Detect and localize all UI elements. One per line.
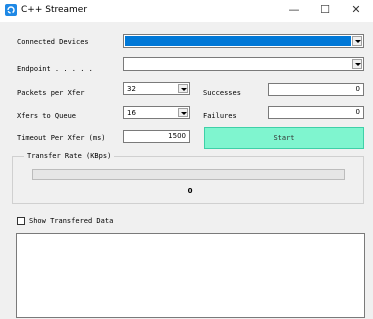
xfers-to-queue-dropdown[interactable]: 16 bbox=[123, 106, 190, 119]
packets-per-xfer-value: 32 bbox=[127, 84, 136, 93]
successes-label: Successes bbox=[203, 89, 241, 97]
minimize-button[interactable]: — bbox=[279, 0, 309, 22]
endpoint-label: Endpoint . . . . . bbox=[17, 65, 93, 73]
show-transfered-data-label[interactable]: Show Transfered Data bbox=[29, 216, 113, 226]
timeout-per-xfer-field[interactable]: 1500 bbox=[123, 130, 190, 143]
packets-per-xfer-label: Packets per Xfer bbox=[17, 89, 85, 97]
xfers-to-queue-label: Xfers to Queue bbox=[17, 112, 77, 120]
connected-devices-dropdown[interactable] bbox=[123, 34, 364, 48]
transfered-data-textarea[interactable] bbox=[16, 233, 365, 318]
successes-field[interactable]: 0 bbox=[268, 83, 364, 96]
transfer-rate-progress-bar bbox=[32, 169, 345, 180]
transfer-rate-label: Transfer Rate (KBps) bbox=[24, 151, 115, 161]
failures-label: Failures bbox=[203, 112, 237, 120]
failures-field[interactable]: 0 bbox=[268, 106, 364, 119]
connected-devices-label: Connected Devices bbox=[17, 38, 89, 46]
packets-per-xfer-dropdown[interactable]: 32 bbox=[123, 82, 190, 95]
title-bar: C++ Streamer — ☐ ✕ bbox=[0, 0, 373, 22]
chevron-down-icon[interactable] bbox=[178, 84, 188, 93]
app-icon bbox=[5, 4, 17, 16]
xfers-to-queue-value: 16 bbox=[127, 108, 136, 117]
chevron-down-icon[interactable] bbox=[178, 108, 188, 117]
close-button[interactable]: ✕ bbox=[341, 0, 371, 22]
transfer-rate-value: 0 bbox=[187, 187, 193, 195]
chevron-down-icon[interactable] bbox=[352, 36, 362, 46]
start-button[interactable]: Start bbox=[204, 127, 364, 149]
timeout-per-xfer-label: Timeout Per Xfer (ms) bbox=[17, 134, 106, 142]
maximize-button[interactable]: ☐ bbox=[310, 0, 340, 22]
window-title: C++ Streamer bbox=[21, 5, 88, 15]
endpoint-dropdown[interactable] bbox=[123, 57, 364, 71]
transfer-rate-group bbox=[12, 156, 364, 204]
show-transfered-data-checkbox[interactable] bbox=[17, 217, 25, 225]
chevron-down-icon[interactable] bbox=[352, 59, 362, 69]
selected-device-highlight bbox=[125, 36, 351, 46]
